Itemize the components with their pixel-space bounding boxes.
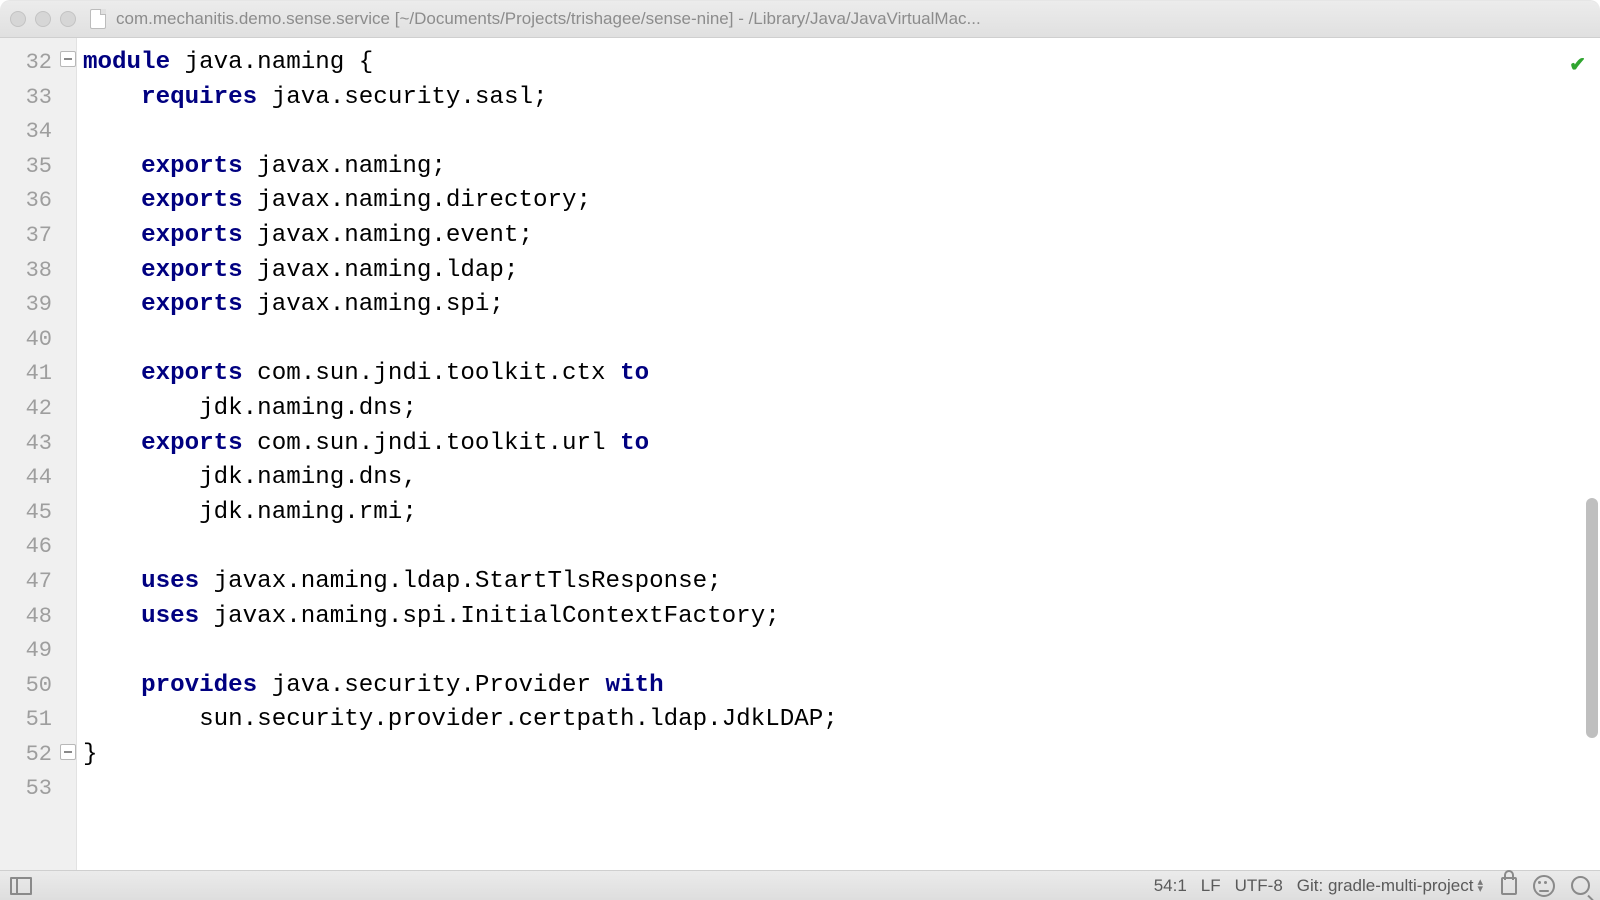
panels-icon[interactable] [10,877,32,895]
traffic-lights [10,11,76,27]
zoom-dot-icon[interactable] [60,11,76,27]
code-editor[interactable]: 32 33 34 35 36 37 38 39 40 41 42 43 44 4… [0,38,1600,870]
close-dot-icon[interactable] [10,11,26,27]
fold-column[interactable] [58,38,77,870]
fold-toggle-icon[interactable] [60,51,76,67]
search-icon[interactable] [1571,876,1590,895]
inspection-ok-icon[interactable]: ✔ [1569,52,1586,78]
git-branch[interactable]: Git: gradle-multi-project▴▾ [1297,876,1483,896]
editor-scrollbar[interactable] [1586,498,1598,738]
line-separator[interactable]: LF [1201,876,1221,896]
line-number-gutter[interactable]: 32 33 34 35 36 37 38 39 40 41 42 43 44 4… [0,38,58,870]
fold-toggle-icon[interactable] [60,744,76,760]
code-area[interactable]: module java.naming { requires java.secur… [77,38,1600,870]
status-bar: 54:1 LF UTF-8 Git: gradle-multi-project▴… [0,870,1600,900]
window-titlebar[interactable]: com.mechanitis.demo.sense.service [~/Doc… [0,0,1600,38]
minimize-dot-icon[interactable] [35,11,51,27]
file-encoding[interactable]: UTF-8 [1235,876,1283,896]
inspection-hector-icon[interactable] [1533,875,1555,897]
caret-position[interactable]: 54:1 [1154,876,1187,896]
file-icon [90,9,106,29]
readonly-lock-icon[interactable] [1501,877,1517,895]
window-title: com.mechanitis.demo.sense.service [~/Doc… [116,9,1590,29]
